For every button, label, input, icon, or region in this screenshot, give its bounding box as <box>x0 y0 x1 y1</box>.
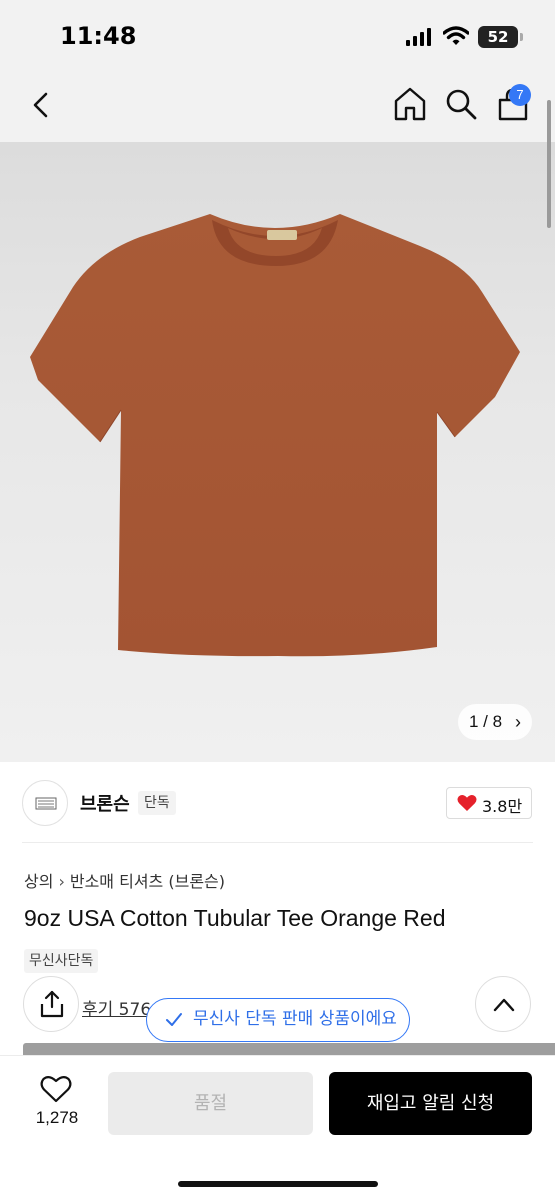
image-counter-text: 1 / 8 <box>469 712 503 731</box>
brand-like-count: 3.8만 <box>482 797 523 816</box>
toast-text: 무신사 단독 판매 상품이에요 <box>193 1009 397 1029</box>
wifi-icon <box>443 26 469 45</box>
signal-icon <box>406 28 432 46</box>
brand-logo[interactable] <box>22 780 68 826</box>
chevron-right-icon: › <box>58 872 65 891</box>
review-link[interactable]: 후기 576 <box>82 995 151 1020</box>
status-bar: 11:48 52 <box>0 0 555 70</box>
search-icon[interactable] <box>444 86 478 122</box>
product-title: 9oz USA Cotton Tubular Tee Orange Red <box>24 905 446 931</box>
check-icon <box>166 1013 182 1026</box>
share-icon <box>40 990 64 1018</box>
wish-count: 1,278 <box>35 1108 79 1127</box>
heart-filled-icon <box>457 795 477 811</box>
scroll-to-top-button[interactable] <box>475 976 531 1032</box>
brand-logo-image <box>35 797 57 810</box>
chevron-up-icon <box>493 998 515 1012</box>
exclusive-toast: 무신사 단독 판매 상품이에요 <box>146 998 410 1042</box>
home-icon[interactable] <box>393 86 427 122</box>
content-peek <box>23 1043 555 1055</box>
nav-bar <box>0 70 555 142</box>
image-counter[interactable]: 1 / 8 › <box>458 704 532 740</box>
divider <box>22 842 533 843</box>
page-scrollbar[interactable] <box>547 100 551 228</box>
status-time: 11:48 <box>60 22 137 50</box>
share-button[interactable] <box>23 976 79 1032</box>
breadcrumb-item-category[interactable]: 상의 <box>24 872 53 891</box>
restock-alert-button[interactable]: 재입고 알림 신청 <box>329 1072 532 1135</box>
cart-badge: 7 <box>509 84 531 106</box>
brand-name[interactable]: 브론슨 <box>80 790 130 816</box>
battery-icon: 52 <box>478 26 523 48</box>
product-image[interactable] <box>0 142 555 762</box>
breadcrumb-item-subcategory[interactable]: 반소매 티셔츠 (브론슨) <box>70 872 225 891</box>
breadcrumb: 상의 › 반소매 티셔츠 (브론슨) <box>24 868 225 892</box>
home-indicator[interactable] <box>178 1181 378 1187</box>
chevron-right-icon: › <box>515 712 521 732</box>
exclusive-badge: 무신사단독 <box>24 949 99 973</box>
brand-exclusive-badge: 단독 <box>138 791 176 815</box>
soldout-button: 품절 <box>108 1072 313 1135</box>
heart-outline-icon[interactable] <box>40 1075 72 1103</box>
brand-like-button[interactable]: 3.8만 <box>446 787 532 819</box>
tshirt-image <box>30 214 520 657</box>
back-icon[interactable] <box>24 88 58 122</box>
